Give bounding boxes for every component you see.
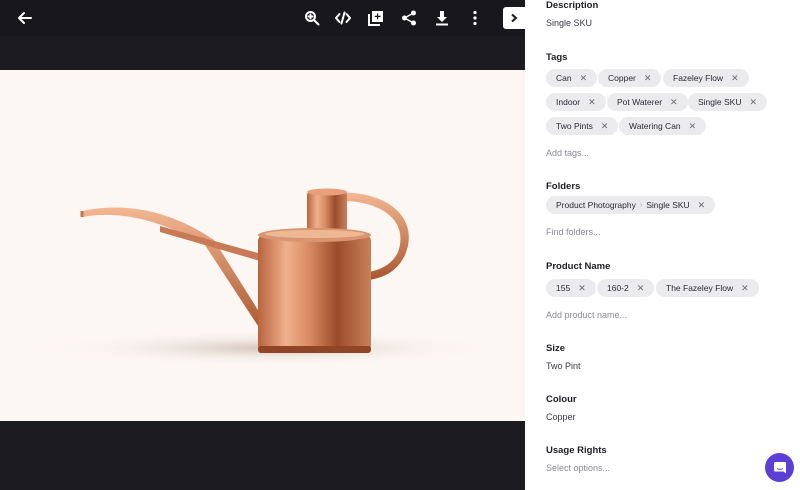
tag-chip: Fazeley Flow ✕ (663, 69, 749, 87)
remove-icon[interactable]: ✕ (580, 73, 588, 84)
size-label: Size (546, 343, 566, 354)
tag-chip: Watering Can ✕ (619, 117, 707, 135)
chat-button[interactable] (765, 453, 794, 482)
remove-icon[interactable]: ✕ (741, 283, 749, 294)
chevron-right-icon (511, 13, 518, 23)
zoom-button[interactable] (303, 9, 321, 27)
find-folders-input[interactable]: Find folders... (546, 227, 601, 237)
remove-icon[interactable]: ✕ (731, 73, 739, 84)
colour-label: Colour (546, 394, 577, 405)
remove-icon[interactable]: ✕ (749, 97, 757, 108)
tag-chip: Indoor ✕ (546, 93, 606, 111)
add-tags-input[interactable]: Add tags... (546, 148, 589, 158)
watering-can-illustration (40, 188, 500, 366)
remove-icon[interactable]: ✕ (644, 73, 652, 84)
back-button[interactable] (16, 9, 34, 27)
product-name-chip: The Fazeley Flow ✕ (656, 279, 759, 297)
more-vertical-icon (473, 10, 477, 26)
product-name-label: Product Name (546, 261, 611, 272)
arrow-left-icon (18, 12, 32, 24)
embed-button[interactable] (334, 9, 352, 27)
product-image (0, 70, 525, 421)
usage-rights-label: Usage Rights (546, 445, 607, 456)
image-viewer (0, 0, 525, 490)
colour-value[interactable]: Copper (546, 412, 576, 422)
chat-icon (773, 461, 786, 473)
remove-icon[interactable]: ✕ (698, 200, 706, 211)
tag-chip: Can ✕ (546, 69, 598, 87)
add-product-name-input[interactable]: Add product name... (546, 310, 627, 320)
add-to-collection-button[interactable] (367, 9, 385, 27)
tag-chip: Copper ✕ (598, 69, 662, 87)
remove-icon[interactable]: ✕ (578, 283, 586, 294)
share-button[interactable] (400, 9, 418, 27)
download-button[interactable] (433, 9, 451, 27)
size-value[interactable]: Two Pint (546, 361, 581, 371)
remove-icon[interactable]: ✕ (670, 97, 678, 108)
product-name-chip: 155 ✕ (546, 279, 596, 297)
remove-icon[interactable]: ✕ (637, 283, 645, 294)
viewer-toolbar (0, 0, 525, 36)
tag-chip: Two Pints ✕ (546, 117, 619, 135)
remove-icon[interactable]: ✕ (588, 97, 596, 108)
add-to-collection-icon (368, 11, 383, 26)
description-label: Description (546, 0, 599, 11)
usage-rights-select[interactable]: Select options... (546, 463, 610, 473)
remove-icon[interactable]: ✕ (689, 121, 697, 132)
share-icon (402, 10, 416, 26)
collapse-panel-button[interactable] (503, 7, 525, 29)
chevron-right-icon: › (639, 201, 643, 209)
tag-chip: Pot Waterer ✕ (607, 93, 688, 111)
download-icon (436, 11, 448, 26)
description-value: Single SKU (546, 18, 593, 28)
tag-chip: Single SKU ✕ (688, 93, 768, 111)
tags-label: Tags (546, 52, 568, 63)
code-icon (335, 11, 351, 25)
folder-chip: Product Photography › Single SKU ✕ (546, 196, 716, 214)
remove-icon[interactable]: ✕ (601, 121, 609, 132)
zoom-in-icon (305, 11, 320, 26)
more-button[interactable] (466, 9, 484, 27)
folders-label: Folders (546, 181, 581, 192)
product-name-chip: 160-2 ✕ (597, 279, 655, 297)
